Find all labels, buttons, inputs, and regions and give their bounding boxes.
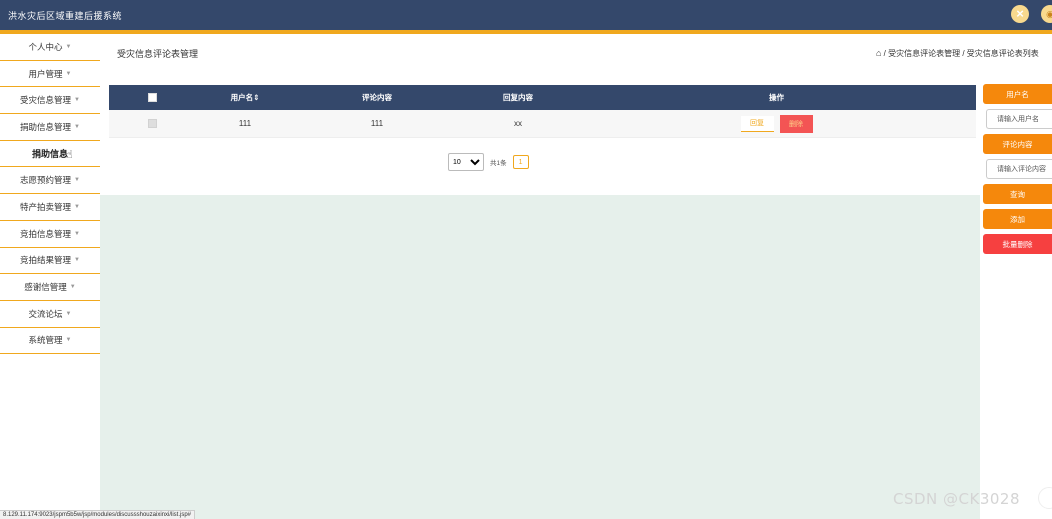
sidebar-item-system[interactable]: 系统管理 ▼ — [0, 328, 100, 355]
page-size-select[interactable]: 10 20 50 — [448, 153, 484, 171]
table-row: 111 111 xx 回复 删除 — [109, 110, 976, 138]
cell-reply: xx — [514, 119, 522, 128]
cell-comment: 111 — [370, 119, 384, 128]
row-checkbox[interactable] — [147, 119, 157, 128]
reply-button[interactable]: 回复 — [740, 115, 774, 132]
column-header-reply: 回复内容 — [503, 93, 533, 102]
chevron-down-icon: ▼ — [65, 43, 72, 50]
page-title: 受灾信息评论表管理 — [117, 49, 199, 59]
select-all-checkbox[interactable] — [147, 93, 157, 102]
cell-username: 111 — [238, 119, 252, 128]
content-background — [100, 195, 980, 519]
accent-bar — [0, 30, 1052, 34]
column-header-comment: 评论内容 — [362, 93, 392, 102]
column-header-username[interactable]: 用户名⇕ — [195, 92, 295, 103]
breadcrumb: ⌂ / 受灾信息评论表管理 / 受灾信息评论表列表 — [876, 48, 1052, 59]
search-panel: 用户名 评论内容 查询 添加 批量删除 — [983, 84, 1052, 259]
sidebar-subitem-donation[interactable]: 捐助信息 ☝ — [0, 141, 100, 168]
search-button[interactable]: 查询 — [983, 184, 1052, 204]
pagination: 10 20 50 共1条 1 — [448, 153, 529, 171]
chevron-down-icon: ▼ — [74, 177, 80, 184]
chevron-down-icon: ▼ — [65, 70, 72, 77]
chevron-down-icon: ▼ — [74, 97, 80, 104]
chevron-down-icon: ▼ — [74, 257, 80, 264]
sidebar-item-personal-center[interactable]: 个人中心 ▼ — [0, 34, 100, 61]
sidebar-item-bid-result[interactable]: 竞拍结果管理 ▼ — [0, 248, 100, 275]
user-icon[interactable]: ◉ — [1041, 5, 1052, 23]
sidebar-item-disaster-info[interactable]: 受灾信息管理 ▼ — [0, 87, 100, 115]
top-header: 洪水灾后区域重建后援系统 × ◉ — [0, 0, 1052, 30]
chevron-down-icon: ▼ — [65, 310, 72, 317]
hand-cursor-icon: ☝ — [66, 148, 73, 161]
chevron-down-icon: ▼ — [74, 123, 80, 130]
chevron-down-icon: ▼ — [74, 203, 80, 210]
username-label-button[interactable]: 用户名 — [983, 84, 1052, 104]
watermark: CSDN @CK3028 — [893, 490, 1021, 508]
sidebar-item-bid-info[interactable]: 竞拍信息管理 ▼ — [0, 221, 100, 248]
chevron-down-icon: ▼ — [65, 337, 72, 344]
floating-button[interactable] — [1038, 487, 1052, 509]
sidebar: 个人中心 ▼ 用户管理 ▼ 受灾信息管理 ▼ 捐助信息管理 ▼ 捐助信息 ☝ 志愿预约管理… — [0, 34, 100, 519]
add-button[interactable]: 添加 — [983, 209, 1052, 229]
sidebar-item-donation-info[interactable]: 捐助信息管理 ▼ — [0, 114, 100, 141]
comment-search-input[interactable] — [986, 159, 1052, 179]
table-header: 用户名⇕ 评论内容 回复内容 操作 — [109, 85, 976, 110]
status-bar-url: 8.129.11.174:9023/jspm5b5w/jsp/modules/d… — [0, 510, 195, 519]
sidebar-item-forum[interactable]: 交流论坛 ▼ — [0, 301, 100, 328]
sidebar-item-specialty-auction[interactable]: 特产拍卖管理 ▼ — [0, 194, 100, 221]
chevron-down-icon: ▼ — [69, 284, 76, 291]
sort-icon[interactable]: ⇕ — [253, 93, 259, 102]
username-search-input[interactable] — [986, 109, 1052, 129]
sidebar-item-users[interactable]: 用户管理 ▼ — [0, 61, 100, 88]
app-title: 洪水灾后区域重建后援系统 — [8, 11, 123, 21]
comments-table: 用户名⇕ 评论内容 回复内容 操作 111 111 xx 回复 删除 — [109, 85, 976, 138]
delete-button[interactable]: 删除 — [779, 114, 813, 133]
comment-label-button[interactable]: 评论内容 — [983, 134, 1052, 154]
home-icon[interactable]: ⌂ — [876, 48, 881, 58]
total-count: 共1条 — [490, 160, 507, 167]
sidebar-item-thanks-letter[interactable]: 感谢信管理 ▼ — [0, 274, 100, 301]
column-header-actions: 操作 — [769, 93, 784, 102]
sidebar-item-volunteer[interactable]: 志愿预约管理 ▼ — [0, 167, 100, 195]
page-number-button[interactable]: 1 — [512, 155, 529, 169]
breadcrumb-path[interactable]: / 受灾信息评论表管理 / 受灾信息评论表列表 — [884, 49, 1039, 58]
chevron-down-icon: ▼ — [74, 230, 80, 237]
close-icon[interactable]: × — [1011, 5, 1029, 23]
batch-delete-button[interactable]: 批量删除 — [983, 234, 1052, 254]
